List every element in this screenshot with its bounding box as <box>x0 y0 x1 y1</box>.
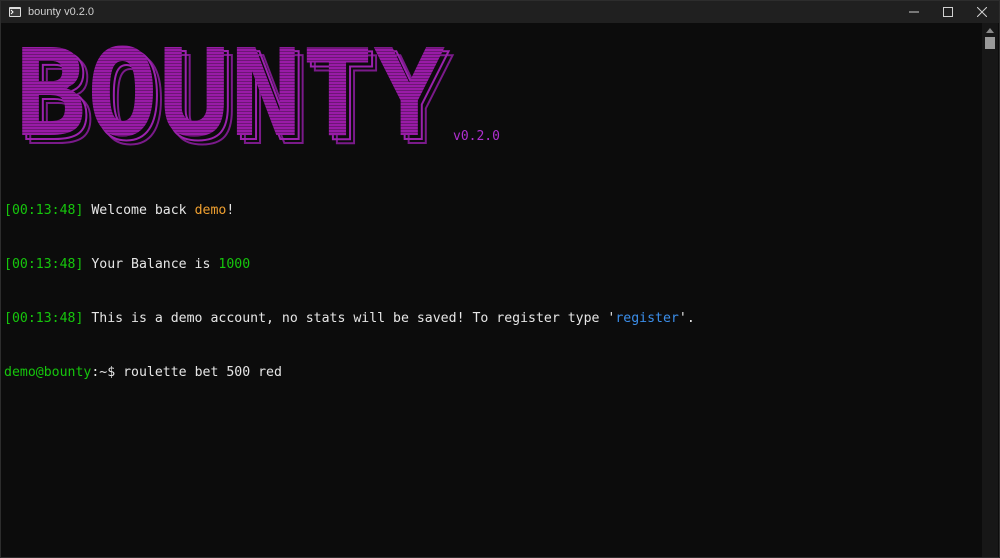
maximize-icon <box>943 7 953 17</box>
scroll-up-button[interactable] <box>982 25 998 35</box>
terminal-output: [00:13:48] Welcome back demo! [00:13:48]… <box>4 166 695 418</box>
log-text: Welcome back <box>83 203 195 218</box>
svg-text:BOUNTY: BOUNTY <box>15 37 445 147</box>
log-timestamp: [00:13:48] <box>4 203 84 218</box>
log-balance: 1000 <box>218 257 251 272</box>
vertical-scrollbar[interactable] <box>982 23 998 557</box>
log-suffix: '. <box>678 311 695 326</box>
log-line: [00:13:48] Welcome back demo! <box>4 202 695 220</box>
scroll-thumb[interactable] <box>985 37 995 49</box>
bounty-logo: BOUNTY BOUNTY BOUNTY BOUNTY <box>15 37 454 147</box>
log-line: [00:13:48] This is a demo account, no st… <box>4 310 695 328</box>
window-title: bounty v0.2.0 <box>28 6 95 18</box>
scroll-up-arrow-icon <box>986 27 994 33</box>
version-label: v0.2.0 <box>453 129 500 144</box>
maximize-button[interactable] <box>931 1 965 23</box>
log-register-keyword: register <box>615 311 679 326</box>
terminal-window: bounty v0.2.0 BOUNTY BOUNTY BOUNTY BOUNT… <box>0 0 1000 558</box>
log-text: Your Balance is <box>83 257 219 272</box>
title-bar[interactable]: bounty v0.2.0 <box>1 1 999 23</box>
prompt-path: :~$ <box>91 365 124 380</box>
close-icon <box>977 7 987 17</box>
log-text: This is a demo account, no stats will be… <box>83 311 616 326</box>
minimize-button[interactable] <box>897 1 931 23</box>
command-prompt-line[interactable]: demo@bounty:~$ roulette bet 500 red <box>4 364 695 382</box>
close-button[interactable] <box>965 1 999 23</box>
log-line: [00:13:48] Your Balance is 1000 <box>4 256 695 274</box>
log-username: demo <box>194 203 227 218</box>
minimize-icon <box>909 11 919 13</box>
terminal-app-icon <box>9 7 21 17</box>
terminal-content[interactable]: BOUNTY BOUNTY BOUNTY BOUNTY v0.2.0 [00:1… <box>1 23 983 557</box>
log-timestamp: [00:13:48] <box>4 257 84 272</box>
prompt-user-host: demo@bounty <box>4 365 92 380</box>
command-input[interactable]: roulette bet 500 red <box>123 365 282 380</box>
log-timestamp: [00:13:48] <box>4 311 84 326</box>
window-controls <box>897 1 999 23</box>
log-suffix: ! <box>226 203 235 218</box>
